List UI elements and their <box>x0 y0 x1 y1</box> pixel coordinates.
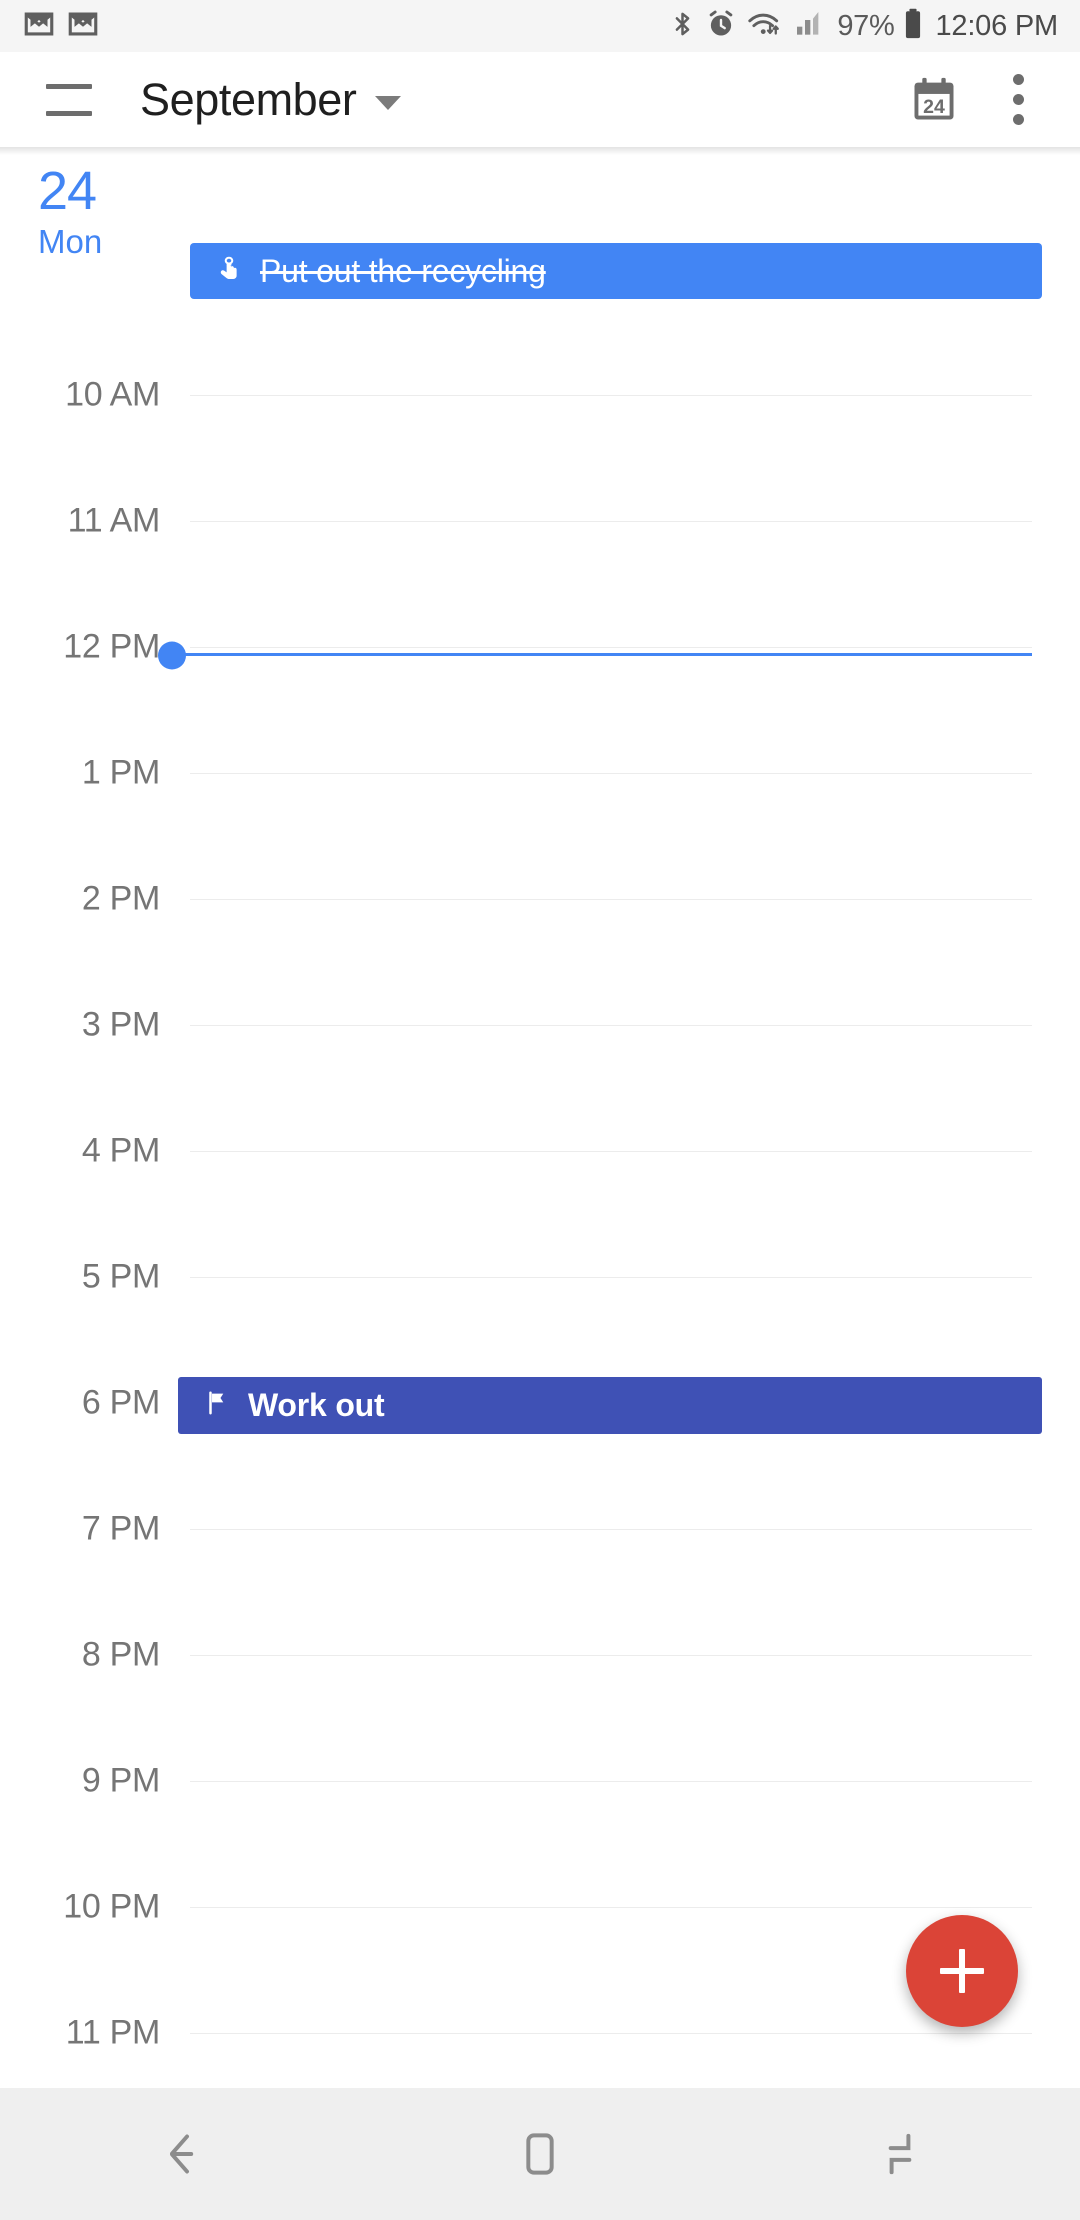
hour-row: 11 AM <box>0 502 1080 540</box>
hour-gridline <box>190 1025 1032 1026</box>
hour-label: 6 PM <box>81 1383 160 1422</box>
status-indicators: 97% 12:06 PM <box>669 7 1058 46</box>
wifi-icon <box>746 7 784 46</box>
hour-gridline <box>190 647 1032 648</box>
status-clock: 12:06 PM <box>935 9 1058 42</box>
hour-label: 1 PM <box>81 753 160 792</box>
reminder-finger-string-icon <box>214 252 244 291</box>
app-bar: September 24 <box>0 52 1080 147</box>
add-event-fab[interactable] <box>906 1915 1018 2027</box>
hour-label: 11 AM <box>67 501 161 540</box>
hour-gridline <box>190 1151 1032 1152</box>
event-title: Work out <box>248 1387 385 1423</box>
page-title: September <box>140 73 357 125</box>
hour-row: 7 PM <box>0 1510 1080 1548</box>
hour-gridline <box>190 521 1032 522</box>
cellular-signal-icon <box>793 7 825 46</box>
day-of-week[interactable]: Mon <box>38 223 102 261</box>
current-time-dot <box>158 641 186 670</box>
hour-label: 8 PM <box>81 1635 160 1674</box>
hour-label: 3 PM <box>81 1005 160 1044</box>
current-time-line <box>168 653 1032 656</box>
hour-gridline <box>190 1781 1032 1782</box>
month-selector[interactable]: September <box>140 74 401 126</box>
hour-gridline <box>190 395 1032 396</box>
hour-gridline <box>190 899 1032 900</box>
hour-label: 5 PM <box>81 1257 160 1296</box>
gmail-icon <box>22 7 56 46</box>
hamburger-menu-icon[interactable] <box>46 83 92 116</box>
hour-row: 10 PM <box>0 1888 1080 1926</box>
hour-row: 9 PM <box>0 1762 1080 1800</box>
hour-row: 11 PM <box>0 2014 1080 2052</box>
hour-label: 10 AM <box>65 375 160 414</box>
hour-label: 11 PM <box>65 2013 161 2052</box>
hour-row: 8 PM <box>0 1636 1080 1674</box>
back-arrow-icon[interactable] <box>0 2126 360 2182</box>
bluetooth-icon <box>669 7 696 46</box>
hour-gridline <box>190 1529 1032 1530</box>
hour-row: 4 PM <box>0 1132 1080 1170</box>
hour-row: 10 AM <box>0 376 1080 414</box>
status-bar: 97% 12:06 PM <box>0 0 1080 52</box>
all-day-event-reminder[interactable]: Put out the recycling <box>190 243 1042 299</box>
alarm-icon <box>705 7 737 46</box>
hour-row: 2 PM <box>0 880 1080 918</box>
hour-label: 10 PM <box>63 1887 160 1926</box>
system-navigation-bar <box>0 2088 1080 2220</box>
goal-flag-icon <box>204 1389 230 1422</box>
app-bar-shadow <box>0 147 1080 155</box>
plus-icon <box>940 1949 984 1993</box>
gmail-icon <box>66 7 100 46</box>
hour-row: 3 PM <box>0 1006 1080 1044</box>
hour-gridline <box>190 1277 1032 1278</box>
hour-label: 9 PM <box>81 1761 160 1800</box>
hour-row: 1 PM <box>0 754 1080 792</box>
status-notifications <box>22 7 100 46</box>
hour-gridline <box>190 1907 1032 1908</box>
hour-row: 5 PM <box>0 1258 1080 1296</box>
hour-gridline <box>190 2033 1032 2034</box>
home-square-icon[interactable] <box>360 2126 720 2182</box>
hour-label: 4 PM <box>81 1131 160 1170</box>
app-bar-actions: 24 <box>908 74 1080 126</box>
chevron-down-icon <box>374 95 401 110</box>
calendar-today-icon[interactable]: 24 <box>908 74 960 126</box>
recent-apps-icon[interactable] <box>720 2126 1080 2182</box>
battery-icon <box>903 7 923 46</box>
today-date-number: 24 <box>923 96 945 118</box>
day-time-grid: 10 AM 11 AM 12 PM 1 PM 2 PM 3 PM 4 PM 5 <box>0 310 1080 2085</box>
hour-gridline <box>190 1655 1032 1656</box>
hour-gridline <box>190 773 1032 774</box>
hour-label: 2 PM <box>81 879 160 918</box>
calendar-event-work-out[interactable]: Work out <box>178 1377 1042 1434</box>
hour-label: 12 PM <box>63 627 160 666</box>
battery-percent: 97% <box>837 9 895 42</box>
all-day-event-title: Put out the recycling <box>260 252 546 289</box>
more-vertical-icon[interactable] <box>996 74 1040 126</box>
day-number[interactable]: 24 <box>38 160 97 222</box>
calendar-app-screen: 97% 12:06 PM September 24 24 Mon Put out… <box>0 0 1080 2220</box>
hour-label: 7 PM <box>81 1509 160 1548</box>
